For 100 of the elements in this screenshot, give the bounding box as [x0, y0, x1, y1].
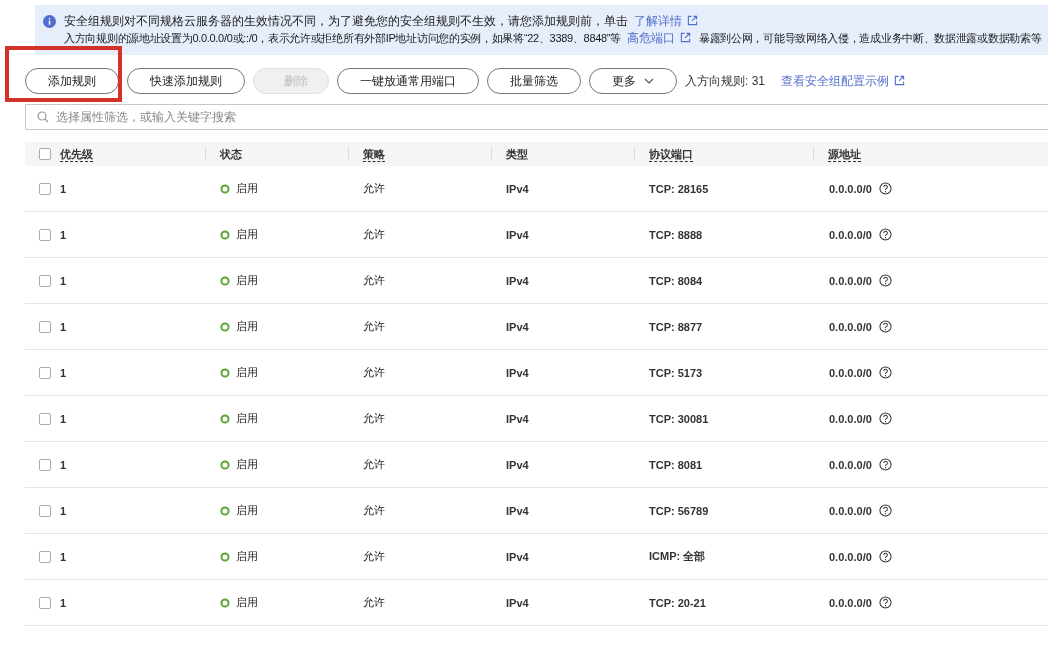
checkbox[interactable] [39, 504, 51, 517]
table-cell: 启用 [236, 411, 258, 426]
table-cell: 启用 [236, 503, 258, 518]
table-cell: IPv4 [506, 412, 529, 425]
external-link-icon [894, 74, 905, 86]
table-cell: 1 [60, 458, 67, 471]
toolbar-button[interactable]: 添加规则 [25, 68, 119, 94]
checkbox[interactable] [39, 148, 51, 160]
table-cell: TCP: 5173 [649, 366, 703, 379]
checkbox[interactable] [39, 320, 51, 333]
table-cell: 1 [60, 366, 67, 379]
table-cell: IPv4 [506, 366, 529, 379]
column-header: 源地址 [828, 146, 861, 162]
table-cell: 启用 [236, 365, 258, 380]
help-icon[interactable] [878, 366, 892, 379]
table-cell: TCP: 8084 [649, 274, 703, 287]
toolbar-button[interactable]: 快速添加规则 [127, 68, 245, 94]
table-cell: IPv4 [506, 458, 529, 471]
table-cell: IPv4 [506, 274, 529, 287]
notice-text: 入方向规则的源地址设置为0.0.0.0/0或::/0，表示允许或拒绝所有外部IP地址访问您的实例，如果将“22、3389、8848”等 [64, 31, 621, 46]
help-icon[interactable] [878, 504, 892, 517]
table-cell: 1 [60, 412, 67, 425]
table-cell: 0.0.0.0/0 [829, 596, 872, 609]
checkbox[interactable] [39, 458, 51, 471]
high-risk-ports-link[interactable]: 高危端口 [626, 30, 691, 47]
table-cell: 允许 [363, 457, 385, 472]
table-cell: IPv4 [506, 320, 529, 333]
table-cell: 启用 [236, 227, 258, 242]
checkbox[interactable] [39, 182, 51, 195]
rule-count: 入方向规则: 31 [685, 72, 765, 90]
table-cell: 0.0.0.0/0 [829, 182, 872, 195]
search-icon [37, 111, 49, 123]
table-cell: TCP: 28165 [649, 182, 709, 195]
table-cell: 启用 [236, 549, 258, 564]
table-cell: 0.0.0.0/0 [829, 320, 872, 333]
toolbar-button[interactable]: 一键放通常用端口 [337, 68, 479, 94]
table-cell: 允许 [363, 503, 385, 518]
table-cell: 1 [60, 504, 67, 517]
status-ring-icon [220, 183, 230, 194]
checkbox[interactable] [39, 412, 51, 425]
search-field[interactable]: 选择属性筛选，或输入关键字搜索 [25, 104, 1048, 130]
table-cell: 1 [60, 182, 67, 195]
column-header: 协议端口 [649, 146, 693, 162]
help-icon[interactable] [878, 596, 892, 609]
config-example-link[interactable]: 查看安全组配置示例 [781, 72, 905, 90]
column-header: 优先级 [60, 146, 93, 162]
table-cell: 1 [60, 228, 67, 241]
table-cell: 1 [60, 320, 67, 333]
table-cell: IPv4 [506, 228, 529, 241]
column-header: 状态 [220, 146, 242, 162]
help-icon[interactable] [878, 550, 892, 563]
table-cell: ICMP: 全部 [649, 549, 706, 564]
table-cell: 启用 [236, 595, 258, 610]
help-icon[interactable] [878, 228, 892, 241]
table-cell: 启用 [236, 181, 258, 196]
table-cell: 允许 [363, 411, 385, 426]
table-cell: 启用 [236, 273, 258, 288]
table-cell: 允许 [363, 273, 385, 288]
status-ring-icon [220, 413, 230, 424]
notice-text: 暴露到公网，可能导致网络入侵，造成业务中断、数据泄露或数据勒索等 [698, 31, 1042, 46]
table-cell: IPv4 [506, 504, 529, 517]
table-cell: TCP: 20-21 [649, 596, 706, 609]
external-link-icon [679, 32, 691, 43]
caret-icon [644, 78, 654, 84]
table-cell: 允许 [363, 227, 385, 242]
help-icon[interactable] [878, 458, 892, 471]
checkbox[interactable] [39, 550, 51, 563]
status-ring-icon [220, 321, 230, 332]
help-icon[interactable] [878, 182, 892, 195]
table-cell: TCP: 56789 [649, 504, 709, 517]
table-cell: 0.0.0.0/0 [829, 366, 872, 379]
table-cell: TCP: 8877 [649, 320, 703, 333]
table-cell: TCP: 30081 [649, 412, 709, 425]
table-cell: 0.0.0.0/0 [829, 412, 872, 425]
notice-text: 安全组规则对不同规格云服务器的生效情况不同，为了避免您的安全组规则不生效，请您添加规则前，单击 [64, 13, 628, 30]
table-cell: TCP: 8888 [649, 228, 703, 241]
checkbox[interactable] [39, 274, 51, 287]
status-ring-icon [220, 551, 230, 562]
checkbox[interactable] [39, 366, 51, 379]
details-link[interactable]: 了解详情 [634, 13, 698, 30]
checkbox[interactable] [39, 228, 51, 241]
table-cell: 0.0.0.0/0 [829, 504, 872, 517]
help-icon[interactable] [878, 274, 892, 287]
table-cell: 允许 [363, 365, 385, 380]
table-cell: 1 [60, 274, 67, 287]
status-ring-icon [220, 505, 230, 516]
dropdown-button[interactable]: 更多 [589, 68, 677, 94]
table-cell: IPv4 [506, 182, 529, 195]
status-ring-icon [220, 597, 230, 608]
status-ring-icon [220, 275, 230, 286]
column-header: 策略 [363, 146, 385, 162]
table-cell: 0.0.0.0/0 [829, 550, 872, 563]
toolbar-button[interactable]: 批量筛选 [487, 68, 581, 94]
table-cell: 允许 [363, 549, 385, 564]
info-icon [43, 15, 56, 28]
checkbox[interactable] [39, 596, 51, 609]
table-cell: 1 [60, 596, 67, 609]
table-cell: 0.0.0.0/0 [829, 228, 872, 241]
help-icon[interactable] [878, 412, 892, 425]
help-icon[interactable] [878, 320, 892, 333]
